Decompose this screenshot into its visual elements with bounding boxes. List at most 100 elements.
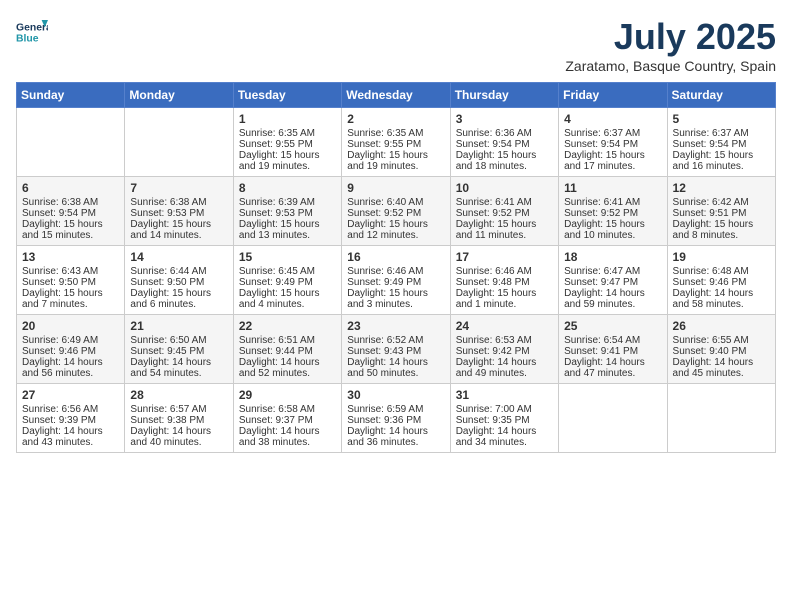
day-info: and 52 minutes. — [239, 368, 336, 379]
day-info: Daylight: 14 hours — [22, 426, 119, 437]
day-info: Sunrise: 6:37 AM — [564, 128, 661, 139]
calendar-cell: 10Sunrise: 6:41 AMSunset: 9:52 PMDayligh… — [450, 177, 558, 246]
day-info: Daylight: 15 hours — [564, 150, 661, 161]
day-info: Sunset: 9:46 PM — [673, 277, 770, 288]
calendar-cell: 16Sunrise: 6:46 AMSunset: 9:49 PMDayligh… — [342, 246, 450, 315]
day-info: Daylight: 14 hours — [22, 357, 119, 368]
day-number: 19 — [673, 250, 770, 264]
day-info: and 43 minutes. — [22, 437, 119, 448]
day-info: Daylight: 14 hours — [564, 357, 661, 368]
day-info: Sunrise: 6:50 AM — [130, 335, 227, 346]
day-info: and 38 minutes. — [239, 437, 336, 448]
day-info: Daylight: 14 hours — [456, 357, 553, 368]
weekday-header-row: SundayMondayTuesdayWednesdayThursdayFrid… — [17, 83, 776, 108]
day-info: and 59 minutes. — [564, 299, 661, 310]
day-info: Sunset: 9:39 PM — [22, 415, 119, 426]
day-number: 7 — [130, 181, 227, 195]
calendar-cell: 18Sunrise: 6:47 AMSunset: 9:47 PMDayligh… — [559, 246, 667, 315]
day-info: Sunrise: 6:38 AM — [22, 197, 119, 208]
day-info: and 40 minutes. — [130, 437, 227, 448]
day-info: Daylight: 15 hours — [239, 150, 336, 161]
day-info: Sunrise: 6:40 AM — [347, 197, 444, 208]
day-number: 21 — [130, 319, 227, 333]
day-info: and 17 minutes. — [564, 161, 661, 172]
calendar-cell: 14Sunrise: 6:44 AMSunset: 9:50 PMDayligh… — [125, 246, 233, 315]
day-info: Sunset: 9:45 PM — [130, 346, 227, 357]
day-info: Daylight: 14 hours — [130, 357, 227, 368]
calendar-table: SundayMondayTuesdayWednesdayThursdayFrid… — [16, 82, 776, 453]
day-info: Sunset: 9:49 PM — [347, 277, 444, 288]
day-info: Sunset: 9:36 PM — [347, 415, 444, 426]
day-info: Daylight: 14 hours — [347, 357, 444, 368]
day-info: and 6 minutes. — [130, 299, 227, 310]
logo: General Blue — [16, 16, 52, 48]
day-info: and 34 minutes. — [456, 437, 553, 448]
day-info: and 18 minutes. — [456, 161, 553, 172]
weekday-header-monday: Monday — [125, 83, 233, 108]
calendar-cell: 20Sunrise: 6:49 AMSunset: 9:46 PMDayligh… — [17, 315, 125, 384]
calendar-cell: 6Sunrise: 6:38 AMSunset: 9:54 PMDaylight… — [17, 177, 125, 246]
day-info: Daylight: 14 hours — [239, 426, 336, 437]
day-info: and 10 minutes. — [564, 230, 661, 241]
day-info: Daylight: 15 hours — [347, 219, 444, 230]
weekday-header-wednesday: Wednesday — [342, 83, 450, 108]
day-info: Sunset: 9:38 PM — [130, 415, 227, 426]
day-info: Sunrise: 6:48 AM — [673, 266, 770, 277]
day-info: Daylight: 15 hours — [673, 219, 770, 230]
day-info: Sunset: 9:53 PM — [239, 208, 336, 219]
week-row-2: 6Sunrise: 6:38 AMSunset: 9:54 PMDaylight… — [17, 177, 776, 246]
calendar-cell: 21 Sunrise: 6:50 AMSunset: 9:45 PMDayligh… — [125, 315, 233, 384]
day-number: 23 — [347, 319, 444, 333]
calendar-cell: 24Sunrise: 6:53 AMSunset: 9:42 PMDayligh… — [450, 315, 558, 384]
day-info: Daylight: 15 hours — [130, 288, 227, 299]
calendar-cell — [17, 108, 125, 177]
calendar-cell: 26Sunrise: 6:55 AMSunset: 9:40 PMDayligh… — [667, 315, 775, 384]
day-info: Sunrise: 6:57 AM — [130, 404, 227, 415]
calendar-cell: 19 Sunrise: 6:48 AMSunset: 9:46 PMDayligh… — [667, 246, 775, 315]
day-info: Daylight: 15 hours — [456, 150, 553, 161]
day-info: Sunrise: 6:51 AM — [239, 335, 336, 346]
calendar-cell: 3Sunrise: 6:36 AMSunset: 9:54 PMDaylight… — [450, 108, 558, 177]
day-info: Sunrise: 7:00 AM — [456, 404, 553, 415]
calendar-cell: 23Sunrise: 6:52 AMSunset: 9:43 PMDayligh… — [342, 315, 450, 384]
day-info: Daylight: 14 hours — [130, 426, 227, 437]
day-info: Daylight: 14 hours — [239, 357, 336, 368]
day-info: Daylight: 14 hours — [673, 288, 770, 299]
day-number: 5 — [673, 112, 770, 126]
day-number: 3 — [456, 112, 553, 126]
day-info: Sunset: 9:49 PM — [239, 277, 336, 288]
day-info: and 19 minutes. — [347, 161, 444, 172]
day-number: 20 — [22, 319, 119, 333]
day-number: 16 — [347, 250, 444, 264]
day-info: Sunset: 9:41 PM — [564, 346, 661, 357]
day-number: 12 — [673, 181, 770, 195]
calendar-cell: 28Sunrise: 6:57 AMSunset: 9:38 PMDayligh… — [125, 384, 233, 453]
weekday-header-friday: Friday — [559, 83, 667, 108]
calendar-cell — [667, 384, 775, 453]
day-info: Daylight: 14 hours — [673, 357, 770, 368]
calendar-cell: 30Sunrise: 6:59 AMSunset: 9:36 PMDayligh… — [342, 384, 450, 453]
day-info: Sunrise: 6:46 AM — [347, 266, 444, 277]
day-info: Sunset: 9:53 PM — [130, 208, 227, 219]
day-number: 29 — [239, 388, 336, 402]
day-info: Sunrise: 6:47 AM — [564, 266, 661, 277]
day-info: Daylight: 14 hours — [564, 288, 661, 299]
day-info: Sunset: 9:55 PM — [347, 139, 444, 150]
svg-text:Blue: Blue — [16, 34, 39, 45]
day-info: Daylight: 15 hours — [564, 219, 661, 230]
day-info: Sunrise: 6:58 AM — [239, 404, 336, 415]
week-row-4: 20Sunrise: 6:49 AMSunset: 9:46 PMDayligh… — [17, 315, 776, 384]
calendar-cell: 1Sunrise: 6:35 AMSunset: 9:55 PMDaylight… — [233, 108, 341, 177]
svg-text:General: General — [16, 22, 48, 33]
day-number: 17 — [456, 250, 553, 264]
day-info: Sunrise: 6:59 AM — [347, 404, 444, 415]
day-info: and 13 minutes. — [239, 230, 336, 241]
day-info: Sunset: 9:46 PM — [22, 346, 119, 357]
day-info: and 58 minutes. — [673, 299, 770, 310]
day-number: 1 — [239, 112, 336, 126]
calendar-cell: 5Sunrise: 6:37 AMSunset: 9:54 PMDaylight… — [667, 108, 775, 177]
calendar-cell: 31Sunrise: 7:00 AMSunset: 9:35 PMDayligh… — [450, 384, 558, 453]
day-number: 22 — [239, 319, 336, 333]
calendar-cell: 4Sunrise: 6:37 AMSunset: 9:54 PMDaylight… — [559, 108, 667, 177]
day-number: 10 — [456, 181, 553, 195]
